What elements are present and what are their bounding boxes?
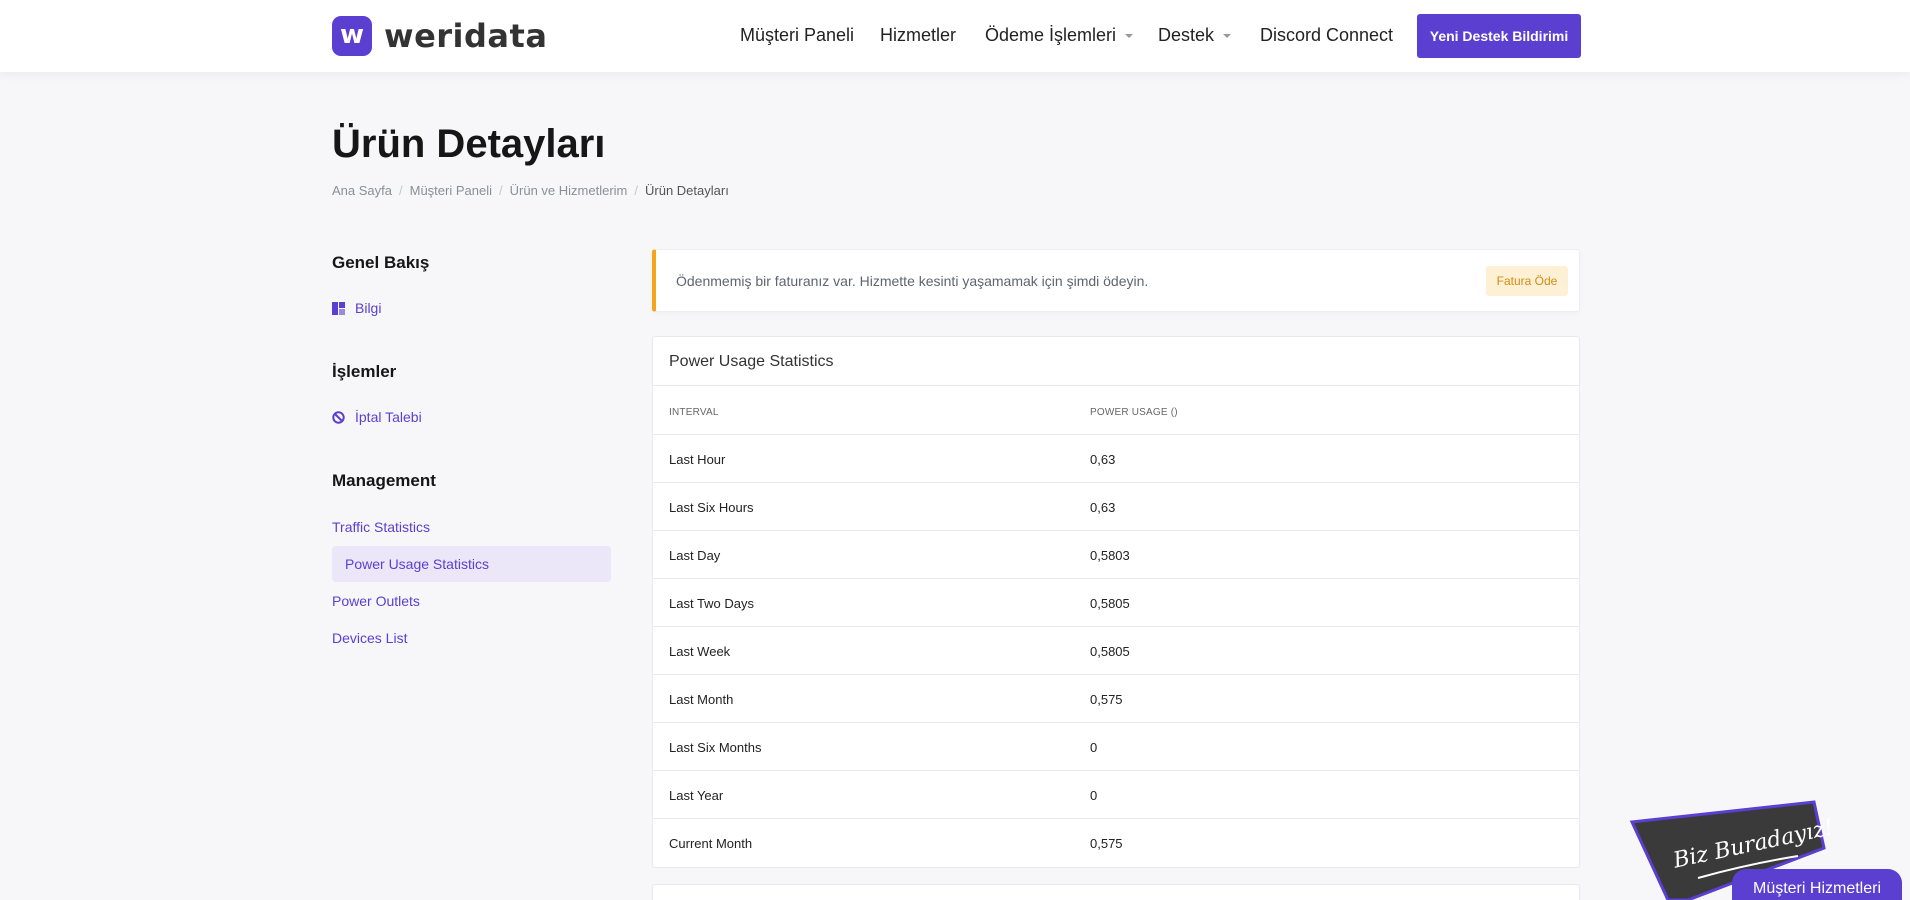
sidebar-item-power-outlets[interactable]: Power Outlets [332, 593, 420, 609]
usage-cell: 0,63 [1090, 452, 1116, 467]
nav-odeme-islemleri-label: Ödeme İşlemleri [985, 25, 1117, 45]
sidebar-item-label: İptal Talebi [355, 409, 422, 425]
table-row: Last Week 0,5805 [653, 626, 1579, 674]
interval-cell: Last Six Months [669, 740, 762, 755]
breadcrumb-products[interactable]: Ürün ve Hizmetlerim [510, 183, 628, 198]
chevron-down-icon [1125, 34, 1134, 39]
breadcrumb-separator: / [634, 183, 638, 198]
breadcrumb-client-area[interactable]: Müşteri Paneli [410, 183, 492, 198]
unpaid-invoice-alert: Ödenmemiş bir faturanız var. Hizmette ke… [652, 249, 1580, 312]
table-header-power-usage: POWER USAGE () [1090, 407, 1178, 418]
nav-odeme-islemleri[interactable]: Ödeme İşlemleri [985, 25, 1134, 46]
nav-hizmetler[interactable]: Hizmetler [880, 25, 956, 46]
ban-icon [332, 410, 345, 424]
logo-mark-letter: w [339, 20, 365, 50]
interval-cell: Last Two Days [669, 596, 755, 611]
nav-musteri-paneli[interactable]: Müşteri Paneli [740, 25, 854, 46]
sidebar-heading-actions: İşlemler [332, 362, 397, 381]
usage-cell: 0,575 [1090, 692, 1123, 707]
usage-cell: 0 [1090, 740, 1098, 755]
interval-cell: Last Day [669, 548, 721, 563]
interval-cell: Current Month [669, 836, 753, 851]
sidebar-item-cancel-request[interactable]: İptal Talebi [332, 409, 422, 425]
interval-cell: Last Month [669, 692, 734, 707]
usage-cell: 0,5805 [1090, 596, 1130, 611]
table-header-interval: INTERVAL [669, 407, 719, 418]
sidebar-item-label: Bilgi [355, 300, 382, 316]
table-row: Last Six Months 0 [653, 722, 1579, 770]
usage-cell: 0,63 [1090, 500, 1116, 515]
interval-cell: Last Year [669, 788, 724, 803]
table-row: Last Hour 0,63 [653, 434, 1579, 482]
alert-message: Ödenmemiş bir faturanız var. Hizmette ke… [676, 273, 1149, 289]
breadcrumb-home[interactable]: Ana Sayfa [332, 183, 392, 198]
table-row: Last Month 0,575 [653, 674, 1579, 722]
table-row: Last Year 0 [653, 770, 1579, 818]
dashboard-icon [332, 301, 345, 315]
brand-logo[interactable]: w weridata [332, 15, 547, 57]
interval-cell: Last Six Hours [669, 500, 754, 515]
breadcrumb-separator: / [499, 183, 503, 198]
next-card-edge [652, 884, 1580, 900]
sidebar-item-power-usage-statistics[interactable]: Power Usage Statistics [332, 546, 611, 582]
divider [653, 385, 1579, 386]
usage-cell: 0,575 [1090, 836, 1123, 851]
table-row: Current Month 0,575 [653, 818, 1579, 866]
table-row: Last Day 0,5803 [653, 530, 1579, 578]
sidebar-heading-management: Management [332, 471, 436, 490]
table-row: Last Two Days 0,5805 [653, 578, 1579, 626]
sidebar-item-devices-list[interactable]: Devices List [332, 630, 407, 646]
nav-discord-connect[interactable]: Discord Connect [1260, 25, 1393, 46]
card-title: Power Usage Statistics [669, 353, 834, 370]
sidebar-item-bilgi[interactable]: Bilgi [332, 300, 381, 316]
usage-cell: 0,5803 [1090, 548, 1130, 563]
pay-invoice-button[interactable]: Fatura Öde [1486, 266, 1568, 296]
usage-cell: 0 [1090, 788, 1098, 803]
nav-destek-label: Destek [1158, 25, 1215, 45]
breadcrumb-separator: / [399, 183, 403, 198]
table-row: Last Six Hours 0,63 [653, 482, 1579, 530]
sidebar-item-traffic-statistics[interactable]: Traffic Statistics [332, 519, 430, 535]
top-navbar: w weridata Müşteri Paneli Hizmetler Ödem… [0, 0, 1910, 72]
new-support-ticket-button[interactable]: Yeni Destek Bildirimi [1417, 14, 1581, 58]
chevron-down-icon [1223, 34, 1232, 39]
logo-mark-icon: w [332, 16, 372, 56]
customer-service-chat-tab[interactable]: Müşteri Hizmetleri [1732, 869, 1902, 900]
nav-destek[interactable]: Destek [1158, 25, 1232, 46]
page-title: Ürün Detayları [332, 122, 606, 166]
sidebar-heading-overview: Genel Bakış [332, 253, 430, 272]
breadcrumb-current: Ürün Detayları [645, 183, 729, 198]
interval-cell: Last Week [669, 644, 731, 659]
interval-cell: Last Hour [669, 452, 726, 467]
breadcrumb: Ana Sayfa / Müşteri Paneli / Ürün ve Hiz… [332, 183, 729, 198]
usage-cell: 0,5805 [1090, 644, 1130, 659]
power-usage-card: Power Usage Statistics INTERVAL POWER US… [652, 336, 1580, 868]
brand-name: weridata [384, 17, 548, 55]
